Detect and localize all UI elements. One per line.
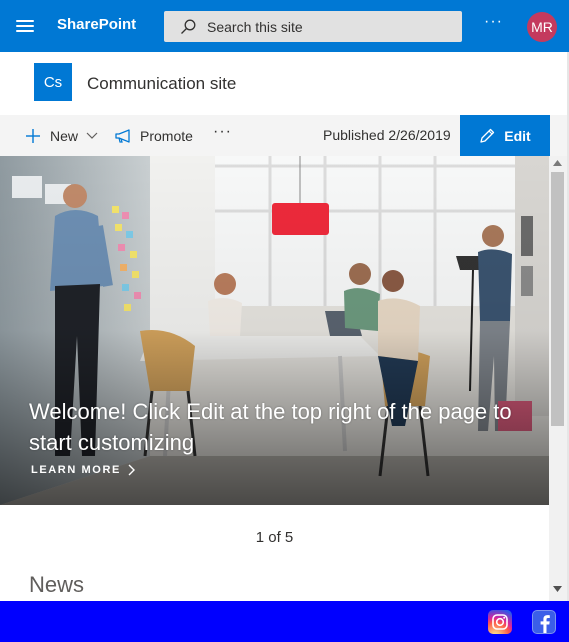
facebook-icon[interactable] xyxy=(532,610,556,634)
scrollbar-thumb[interactable] xyxy=(551,172,564,426)
news-heading: News xyxy=(29,572,85,597)
command-more-button[interactable]: ··· xyxy=(213,111,232,152)
megaphone-icon xyxy=(115,128,130,143)
site-header: Cs Communication site xyxy=(0,52,569,115)
facebook-glyph xyxy=(540,615,550,633)
menu-icon[interactable] xyxy=(16,17,34,35)
search-icon xyxy=(181,19,196,34)
edit-label: Edit xyxy=(504,127,531,144)
scroll-up-icon[interactable] xyxy=(553,160,562,166)
carousel-pager: 1 of 5 xyxy=(255,529,294,546)
instagram-glyph xyxy=(492,614,508,630)
footer-bar xyxy=(0,601,569,642)
vertical-scrollbar[interactable] xyxy=(549,156,567,601)
search-input[interactable] xyxy=(207,18,447,35)
chevron-right-icon xyxy=(128,464,135,476)
scroll-down-icon[interactable] xyxy=(553,586,562,592)
learn-more-link[interactable]: LEARN MORE xyxy=(31,464,135,476)
command-bar: New Promote ··· Published 2/26/2019 Edit xyxy=(0,115,569,156)
promote-label: Promote xyxy=(140,127,193,144)
hero-title: Welcome! Click Edit at the top right of … xyxy=(29,399,512,455)
plus-icon xyxy=(26,128,40,143)
site-logo[interactable]: Cs xyxy=(34,63,72,101)
edit-button[interactable]: Edit xyxy=(460,115,550,156)
instagram-icon[interactable] xyxy=(488,610,512,634)
new-label: New xyxy=(50,127,79,144)
learn-more-label: LEARN MORE xyxy=(31,464,121,476)
published-status: Published 2/26/2019 xyxy=(323,127,451,143)
search-box[interactable] xyxy=(164,11,462,42)
app-brand[interactable]: SharePoint xyxy=(57,16,136,33)
avatar[interactable]: MR xyxy=(527,12,557,42)
hero-banner[interactable]: Welcome! Click Edit at the top right of … xyxy=(0,156,549,505)
pencil-icon xyxy=(480,128,495,143)
suite-bar: SharePoint ··· MR xyxy=(0,0,569,52)
site-title[interactable]: Communication site xyxy=(87,74,236,94)
new-button[interactable]: New xyxy=(25,115,98,156)
suite-more-button[interactable]: ··· xyxy=(484,13,503,31)
promote-button[interactable]: Promote xyxy=(114,115,193,156)
chevron-down-icon xyxy=(86,132,98,139)
